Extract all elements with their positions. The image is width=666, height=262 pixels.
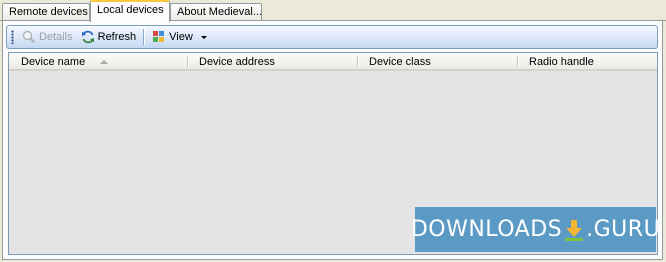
tab-local-devices[interactable]: Local devices bbox=[90, 0, 170, 22]
tab-about-label: About Medieval... bbox=[177, 6, 262, 18]
watermark-logo: DOWNLOADS .GURU bbox=[411, 207, 660, 252]
tab-about[interactable]: About Medieval... bbox=[170, 3, 262, 20]
watermark-text-left: DOWNLOADS bbox=[410, 217, 563, 242]
toolbar-separator bbox=[143, 29, 146, 45]
tab-local-devices-label: Local devices bbox=[97, 4, 164, 16]
refresh-button-label: Refresh bbox=[97, 31, 137, 43]
column-header-device-address[interactable]: Device address bbox=[187, 53, 357, 69]
tab-remote-devices-label: Remote devices bbox=[9, 6, 88, 18]
chevron-down-icon[interactable] bbox=[200, 35, 207, 39]
toolbar-grip[interactable] bbox=[11, 30, 14, 44]
column-header-radio-handle[interactable]: Radio handle bbox=[517, 53, 657, 69]
column-header-device-class[interactable]: Device class bbox=[357, 53, 517, 69]
column-header-label: Device address bbox=[199, 56, 275, 68]
column-header-label: Device class bbox=[369, 56, 431, 68]
sort-ascending-icon bbox=[100, 60, 109, 64]
view-button-label: View bbox=[169, 31, 193, 43]
tab-strip: Remote devices Local devices About Medie… bbox=[0, 0, 666, 22]
column-header-label: Device name bbox=[21, 56, 86, 68]
details-button-label: Details bbox=[39, 31, 73, 43]
tab-remote-devices[interactable]: Remote devices bbox=[2, 3, 90, 20]
details-button[interactable]: Details bbox=[18, 27, 77, 47]
column-header-label: Radio handle bbox=[529, 56, 594, 68]
view-dropdown-button[interactable]: View bbox=[148, 27, 211, 47]
refresh-button[interactable]: Refresh bbox=[77, 27, 141, 47]
refresh-icon bbox=[81, 30, 95, 44]
magnifier-icon bbox=[22, 30, 36, 44]
download-arrow-icon bbox=[563, 218, 585, 242]
column-header-device-name[interactable]: Device name bbox=[9, 53, 187, 69]
watermark-text-right: .GURU bbox=[586, 217, 661, 242]
device-list-header: Device name Device address Device class … bbox=[9, 53, 657, 71]
toolbar: Details Refresh View bbox=[6, 25, 658, 49]
view-icon bbox=[152, 30, 166, 44]
